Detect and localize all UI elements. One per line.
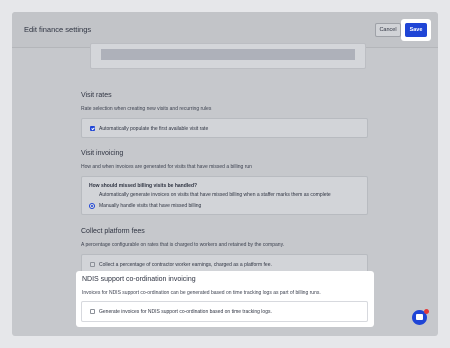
chat-notification-badge xyxy=(424,309,429,314)
auto-populate-rate-checkbox[interactable] xyxy=(90,126,95,131)
platform-fees-title: Collect platform fees xyxy=(81,228,145,235)
page-title: Edit finance settings xyxy=(24,25,92,34)
visit-invoicing-card: How should missed billing visits be hand… xyxy=(81,176,368,215)
visit-rates-card: Automatically populate the first availab… xyxy=(81,118,368,138)
platform-fee-label: Collect a percentage of contractor worke… xyxy=(99,262,272,268)
ndis-card: Generate invoices for NDIS support co-or… xyxy=(81,301,368,322)
ndis-title: NDIS support co-ordination invoicing xyxy=(82,276,196,283)
visit-invoicing-title: Visit invoicing xyxy=(81,150,124,157)
chat-icon xyxy=(416,314,423,320)
platform-fees-description: A percentage configurable on rates that … xyxy=(81,242,285,248)
visit-rates-description: Rate selection when creating new visits … xyxy=(81,106,212,112)
ndis-section: NDIS support co-ordination invoicing Inv… xyxy=(76,271,374,327)
cancel-button[interactable]: Cancel xyxy=(375,23,401,37)
ndis-invoice-label: Generate invoices for NDIS support co-or… xyxy=(99,309,272,315)
manual-handle-radio[interactable] xyxy=(89,203,95,209)
auto-populate-rate-label: Automatically populate the first availab… xyxy=(99,126,209,132)
missed-billing-question: How should missed billing visits be hand… xyxy=(89,183,198,189)
visit-invoicing-description: How and when invoices are generated for … xyxy=(81,164,252,170)
ndis-invoice-checkbox[interactable] xyxy=(90,309,95,314)
manual-handle-label: Manually handle visits that have missed … xyxy=(99,203,202,209)
ndis-description: Invoices for NDIS support co-ordination … xyxy=(82,290,321,296)
platform-fee-checkbox[interactable] xyxy=(90,262,95,267)
auto-generate-invoice-label[interactable]: Automatically generate invoices on visit… xyxy=(99,192,331,198)
visit-rates-title: Visit rates xyxy=(81,92,112,99)
save-button[interactable]: Save xyxy=(405,23,427,37)
preview-graphic xyxy=(101,49,355,60)
